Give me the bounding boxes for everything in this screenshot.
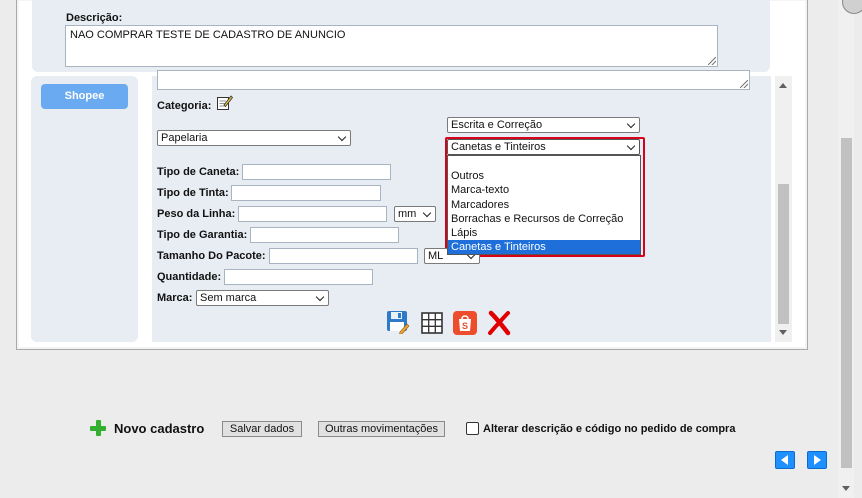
save-icon[interactable] <box>386 310 410 334</box>
tamanho-pacote-unit-value: ML <box>428 250 444 262</box>
quantidade-input[interactable] <box>224 269 373 285</box>
outras-movimentacoes-button[interactable]: Outras movimentações <box>318 421 445 437</box>
peso-linha-unit-value: mm <box>398 208 417 220</box>
category-option-lapis[interactable]: Lápis <box>448 226 640 240</box>
peso-linha-label: Peso da Linha: <box>157 208 236 220</box>
shopee-tab-button[interactable]: Shopee <box>41 84 128 109</box>
scroll-down-icon[interactable] <box>779 330 787 335</box>
tipo-garantia-input[interactable] <box>250 227 399 243</box>
tipo-caneta-input[interactable] <box>242 164 391 180</box>
category-level3-options: Outros Marca-texto Marcadores Borrachas … <box>447 155 641 255</box>
categoria-label: Categoria: <box>157 100 212 112</box>
arrow-right-icon <box>814 455 821 465</box>
quantidade-label: Quantidade: <box>157 271 222 283</box>
description-value: NAO COMPRAR TESTE DE CADASTRO DE ANUNCIO <box>70 29 346 41</box>
page-scrollbar-thumb[interactable] <box>841 138 852 468</box>
page-scroll-down-icon[interactable] <box>842 486 850 491</box>
marca-value: Sem marca <box>200 292 257 304</box>
previous-button[interactable] <box>775 451 795 469</box>
tamanho-pacote-input[interactable] <box>269 248 418 264</box>
category-level1-value: Papelaria <box>161 132 208 144</box>
category-level1-select[interactable]: Papelaria <box>157 130 351 146</box>
next-button[interactable] <box>807 451 827 469</box>
arrow-left-icon <box>781 455 788 465</box>
category-option-marcadores[interactable]: Marcadores <box>448 198 640 212</box>
category-level2-select[interactable]: Escrita e Correção <box>447 117 640 133</box>
peso-linha-input[interactable] <box>238 206 387 222</box>
category-level3-value: Canetas e Tinteiros <box>451 141 546 153</box>
edit-category-icon[interactable] <box>216 94 234 112</box>
chevron-down-icon <box>626 141 636 151</box>
salvar-dados-button[interactable]: Salvar dados <box>222 421 302 437</box>
shopee-description-textarea[interactable] <box>157 70 750 90</box>
category-option-canetas[interactable]: Canetas e Tinteiros <box>448 240 640 254</box>
peso-linha-unit-select[interactable]: mm <box>394 206 436 222</box>
plus-icon[interactable] <box>90 420 106 436</box>
alterar-descricao-checkbox[interactable] <box>466 422 479 435</box>
category-level2-value: Escrita e Correção <box>451 119 543 131</box>
resize-grip-icon[interactable] <box>740 80 748 88</box>
table-icon[interactable] <box>421 312 443 334</box>
marketplace-sidebar <box>31 76 138 342</box>
description-textarea[interactable]: NAO COMPRAR TESTE DE CADASTRO DE ANUNCIO <box>65 25 718 67</box>
category-option-marca-texto[interactable]: Marca-texto <box>448 183 640 197</box>
tipo-tinta-label: Tipo de Tinta: <box>157 187 229 199</box>
alterar-descricao-label: Alterar descrição e código no pedido de … <box>483 423 736 435</box>
form-scrollbar-thumb[interactable] <box>778 184 789 324</box>
category-level3-select[interactable]: Canetas e Tinteiros <box>447 139 640 155</box>
marca-label: Marca: <box>157 292 193 304</box>
resize-grip-icon[interactable] <box>708 57 716 65</box>
chevron-down-icon <box>337 132 347 142</box>
tipo-garantia-label: Tipo de Garantia: <box>157 229 248 241</box>
tipo-caneta-label: Tipo de Caneta: <box>157 166 240 178</box>
category-option-borrachas[interactable]: Borrachas e Recursos de Correção <box>448 212 640 226</box>
shopee-bag-icon[interactable]: S <box>452 310 478 336</box>
tipo-tinta-input[interactable] <box>231 185 381 201</box>
novo-cadastro-link[interactable]: Novo cadastro <box>114 421 204 436</box>
svg-text:S: S <box>462 321 468 331</box>
category-option-outros[interactable]: Outros <box>448 169 640 183</box>
delete-x-icon[interactable] <box>486 310 512 336</box>
chevron-down-icon <box>315 292 325 302</box>
marca-select[interactable]: Sem marca <box>196 290 329 306</box>
scroll-up-icon[interactable] <box>779 83 787 88</box>
chevron-down-icon <box>626 119 636 129</box>
chevron-down-icon <box>422 208 432 218</box>
description-label: Descrição: <box>66 12 123 24</box>
tamanho-pacote-label: Tamanho Do Pacote: <box>157 250 266 262</box>
